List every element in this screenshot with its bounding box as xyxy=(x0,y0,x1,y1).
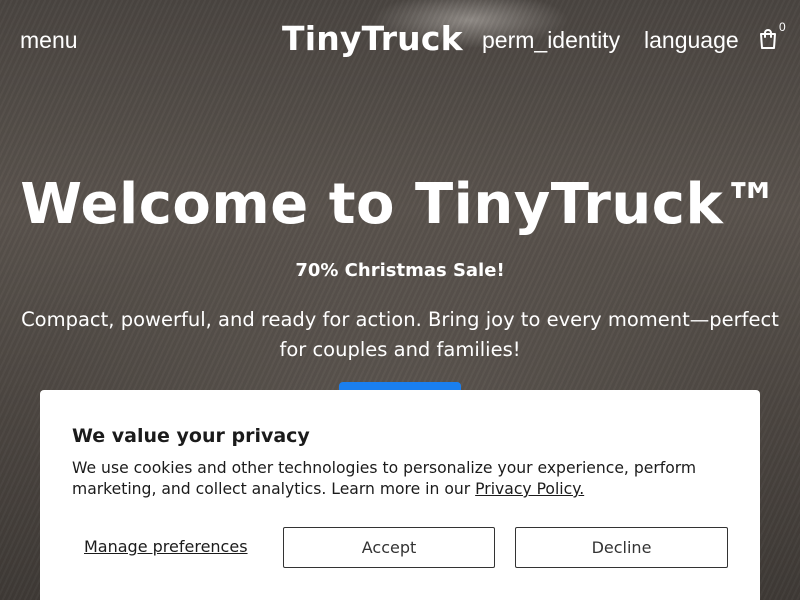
manage-preferences-link[interactable]: Manage preferences xyxy=(84,537,248,556)
decline-button[interactable]: Decline xyxy=(515,527,728,568)
account-button[interactable]: perm_identity xyxy=(482,27,620,54)
hero-description: Compact, powerful, and ready for action.… xyxy=(21,308,779,361)
accept-button[interactable]: Accept xyxy=(283,527,495,568)
site-header: menu TinyTruck perm_identity language 0 xyxy=(0,0,800,80)
cookie-consent-banner: We value your privacy We use cookies and… xyxy=(40,390,760,600)
consent-text: We use cookies and other technologies to… xyxy=(72,458,732,500)
menu-button[interactable]: menu xyxy=(20,27,78,54)
hero-sale-text: 70% Christmas Sale! xyxy=(295,260,505,281)
site-logo[interactable]: TinyTruck xyxy=(282,19,463,58)
shopping-bag-icon xyxy=(760,29,776,49)
consent-body-text: We use cookies and other technologies to… xyxy=(72,459,697,498)
language-button[interactable]: language xyxy=(644,27,739,54)
cart-button[interactable] xyxy=(758,28,778,52)
cart-count-badge: 0 xyxy=(779,20,786,34)
privacy-policy-link[interactable]: Privacy Policy. xyxy=(475,480,584,498)
consent-title: We value your privacy xyxy=(72,425,310,447)
hero-title: Welcome to TinyTruck™ xyxy=(20,172,780,237)
